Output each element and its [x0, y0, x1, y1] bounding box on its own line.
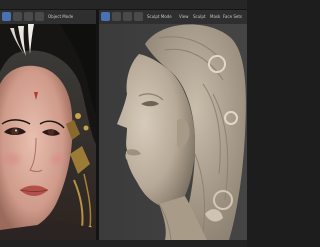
menu-sculpt[interactable]: Sculpt	[193, 12, 206, 21]
rotate-icon[interactable]	[35, 12, 44, 21]
sculpt-head-model	[99, 24, 247, 240]
blender-window: Object Mode Sculpt Mode View Sculpt Mask…	[0, 0, 247, 247]
mode-selector[interactable]: Object Mode	[48, 12, 73, 21]
status-bar	[0, 240, 247, 247]
render-viewport[interactable]	[0, 24, 96, 240]
viewport-header-right: Sculpt Mode View Sculpt Mask Face Sets	[99, 10, 247, 24]
rendered-character-image	[0, 24, 96, 240]
cursor-icon[interactable]	[13, 12, 22, 21]
clay-brush-icon[interactable]	[112, 12, 121, 21]
viewport-header-left: Object Mode	[0, 10, 96, 24]
menu-view[interactable]: View	[179, 12, 189, 21]
menu-mask[interactable]: Mask	[210, 12, 220, 21]
top-bar	[0, 0, 247, 10]
smooth-brush-icon[interactable]	[123, 12, 132, 21]
sculpt-viewport[interactable]	[99, 24, 247, 240]
select-box-icon[interactable]	[2, 12, 11, 21]
menu-face-sets[interactable]: Face Sets	[223, 12, 242, 21]
draw-brush-icon[interactable]	[101, 12, 110, 21]
move-icon[interactable]	[24, 12, 33, 21]
mode-selector[interactable]: Sculpt Mode	[147, 12, 172, 21]
grab-brush-icon[interactable]	[134, 12, 143, 21]
